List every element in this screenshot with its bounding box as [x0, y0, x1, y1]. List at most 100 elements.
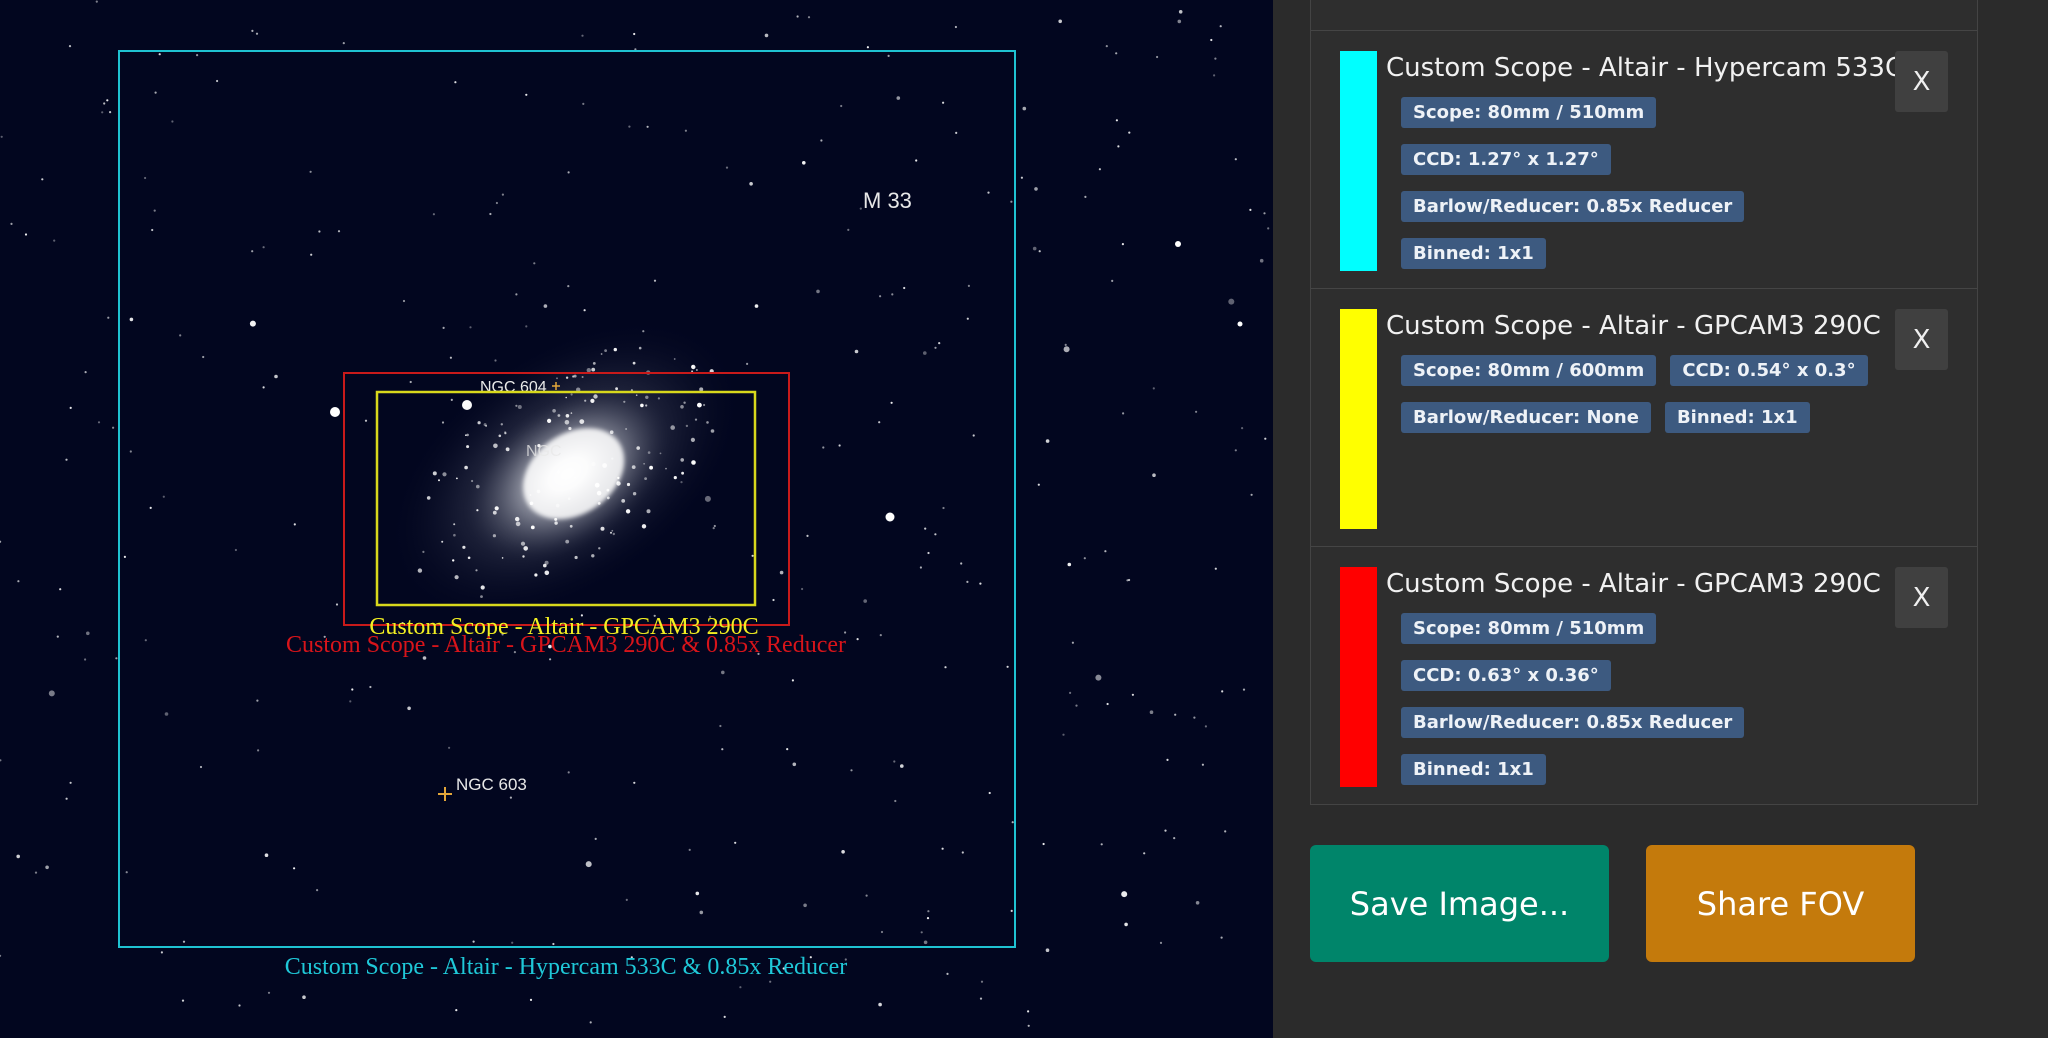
galaxy-knot: [565, 539, 570, 544]
star: [409, 380, 412, 384]
galaxy-knot: [568, 426, 572, 431]
star: [154, 91, 157, 94]
star: [1105, 45, 1108, 48]
fov-tags: Scope: 80mm / 600mm CCD: 0.54° x 0.3° Barl…: [1401, 355, 1891, 449]
star: [509, 796, 512, 799]
star: [251, 29, 254, 32]
fov-tags: Scope: 80mm / 510mm CCD: 1.27° x 1.27° Bar…: [1401, 97, 1891, 285]
galaxy-knot: [613, 347, 617, 352]
star: [103, 102, 106, 105]
star: [979, 997, 983, 1000]
star: [802, 161, 806, 165]
star: [257, 749, 260, 752]
save-image-button[interactable]: Save Image...: [1310, 845, 1609, 962]
star: [1214, 57, 1217, 60]
star: [894, 799, 897, 803]
galaxy-knot: [610, 531, 612, 534]
star: [1195, 410, 1198, 413]
star: [448, 746, 451, 749]
galaxy-knot: [602, 463, 607, 468]
star: [1193, 716, 1196, 719]
galaxy-knot: [617, 476, 620, 480]
scope-badge: Scope: 80mm / 510mm: [1401, 613, 1657, 644]
star: [1063, 346, 1070, 353]
galaxy-knot: [646, 509, 651, 514]
star: [633, 32, 636, 36]
star: [967, 284, 971, 287]
star: [915, 159, 918, 162]
star: [1221, 690, 1224, 693]
star: [1124, 922, 1128, 927]
galaxy-knot: [464, 465, 468, 470]
star: [455, 1009, 458, 1012]
star: [816, 289, 820, 294]
star: [53, 239, 56, 242]
star: [450, 398, 453, 401]
galaxy-knot: [598, 547, 601, 550]
star: [151, 228, 154, 232]
galaxy-knot: [442, 472, 447, 477]
galaxy-knot: [615, 387, 618, 391]
star: [1128, 131, 1131, 134]
galaxy-knot: [659, 452, 662, 455]
galaxy-knot: [471, 479, 474, 483]
star: [69, 406, 72, 409]
galaxy-knot: [452, 559, 455, 562]
star: [719, 724, 722, 728]
galaxy-knot: [569, 524, 573, 528]
remove-fov-button[interactable]: X: [1895, 567, 1948, 628]
star: [1126, 579, 1129, 582]
star: [1011, 821, 1014, 824]
galaxy-knot: [606, 488, 610, 492]
star: [533, 262, 536, 265]
star: [966, 580, 969, 584]
star: [713, 524, 716, 528]
sky-canvas: M 33 NGC 604 NGC 603 NGC Custom Scope - …: [0, 0, 1270, 1027]
star: [954, 25, 958, 29]
star: [840, 104, 843, 108]
star: [1242, 688, 1246, 691]
star: [1152, 387, 1155, 390]
galaxy-knot: [573, 374, 577, 378]
galaxy-knot: [441, 540, 444, 543]
share-fov-button[interactable]: Share FOV: [1646, 845, 1915, 962]
star: [48, 690, 55, 697]
galaxy-knot: [636, 446, 640, 450]
galaxy-knot: [600, 526, 605, 531]
star: [65, 797, 68, 800]
star: [980, 980, 984, 983]
galaxy-knot: [647, 451, 651, 454]
galaxy-knot: [476, 484, 480, 489]
remove-fov-button[interactable]: X: [1895, 309, 1948, 370]
star: [1100, 843, 1103, 846]
sky-view[interactable]: M 33 NGC 604 NGC 603 NGC Custom Scope - …: [0, 0, 1273, 1038]
galaxy-knot: [432, 471, 437, 476]
remove-fov-button[interactable]: X: [1895, 51, 1948, 112]
star: [59, 588, 62, 591]
galaxy-knot: [426, 496, 431, 500]
galaxy-knot: [520, 541, 526, 546]
galaxy-knot: [517, 405, 522, 409]
star: [543, 304, 548, 308]
star: [749, 182, 753, 186]
star: [1149, 710, 1154, 714]
star: [854, 349, 859, 354]
star: [866, 46, 870, 49]
star: [529, 998, 533, 1002]
star: [337, 230, 341, 233]
galaxy-knot: [476, 509, 479, 512]
star: [938, 342, 941, 345]
star: [1095, 674, 1102, 681]
star: [1104, 550, 1107, 553]
star: [267, 991, 271, 994]
galaxy-knot: [523, 546, 528, 551]
star: [751, 554, 754, 557]
galaxy-knot: [492, 534, 496, 538]
star: [335, 603, 339, 606]
galaxy-knot: [570, 412, 573, 414]
star: [1075, 704, 1078, 707]
fov-label-red: Custom Scope - Altair - GPCAM3 290C & 0.…: [286, 632, 846, 658]
galaxy-knot: [635, 394, 638, 397]
star: [65, 458, 68, 461]
star: [1156, 55, 1159, 59]
